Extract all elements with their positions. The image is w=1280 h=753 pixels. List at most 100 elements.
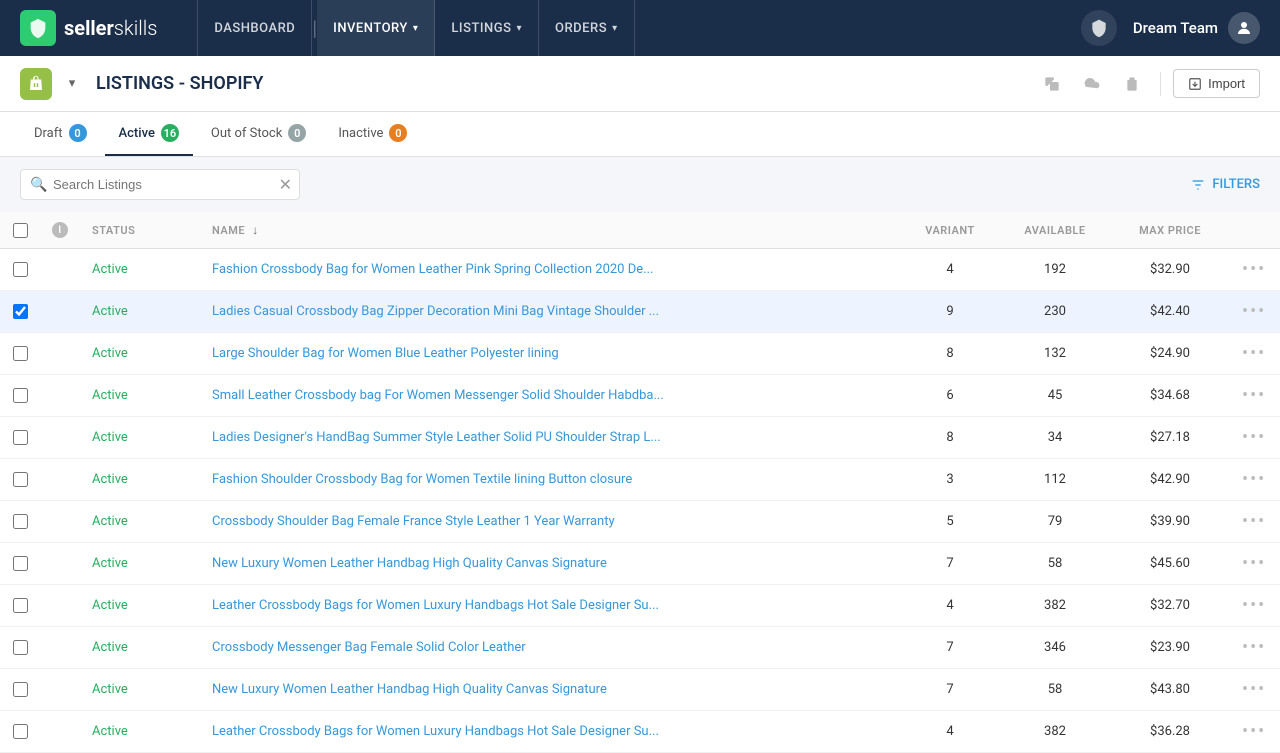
table-row: Active Fashion Crossbody Bag for Women L… bbox=[0, 249, 1280, 291]
tabs-bar: Draft 0 Active 16 Out of Stock 0 Inactiv… bbox=[0, 112, 1280, 157]
cell-check-9 bbox=[0, 627, 40, 669]
copy-button[interactable] bbox=[1036, 68, 1068, 100]
cell-available-9: 346 bbox=[1000, 627, 1110, 669]
inventory-caret: ▾ bbox=[413, 23, 419, 34]
shopify-icon bbox=[20, 68, 52, 100]
cell-available-2: 132 bbox=[1000, 333, 1110, 375]
product-link-9[interactable]: Crossbody Messenger Bag Female Solid Col… bbox=[212, 640, 526, 655]
nav-inventory[interactable]: INVENTORY ▾ bbox=[317, 0, 435, 56]
navbar-right: Dream Team bbox=[1081, 10, 1260, 46]
status-badge-2: Active bbox=[92, 346, 128, 361]
status-badge-0: Active bbox=[92, 262, 128, 277]
nav-listings[interactable]: LISTINGS ▾ bbox=[435, 0, 539, 56]
cell-check-10 bbox=[0, 669, 40, 711]
tab-draft[interactable]: Draft 0 bbox=[20, 112, 101, 156]
row-checkbox-9[interactable] bbox=[13, 640, 28, 655]
import-button[interactable]: Import bbox=[1173, 69, 1260, 98]
row-checkbox-0[interactable] bbox=[13, 262, 28, 277]
nav-orders[interactable]: ORDERS ▾ bbox=[539, 0, 635, 56]
navbar-nav: DASHBOARD | INVENTORY ▾ LISTINGS ▾ ORDER… bbox=[197, 0, 1080, 56]
row-menu-0[interactable]: ••• bbox=[1242, 259, 1266, 280]
status-badge-7: Active bbox=[92, 556, 128, 571]
row-menu-9[interactable]: ••• bbox=[1242, 637, 1266, 658]
cell-actions-4: ••• bbox=[1230, 417, 1280, 459]
table-row: Active Large Shoulder Bag for Women Blue… bbox=[0, 333, 1280, 375]
logo-text: sellerskills bbox=[64, 16, 157, 40]
row-checkbox-7[interactable] bbox=[13, 556, 28, 571]
cell-status-11: Active bbox=[80, 711, 200, 753]
row-checkbox-11[interactable] bbox=[13, 724, 28, 739]
product-link-11[interactable]: Leather Crossbody Bags for Women Luxury … bbox=[212, 724, 659, 739]
row-menu-8[interactable]: ••• bbox=[1242, 595, 1266, 616]
toolbar-dropdown-arrow[interactable]: ▾ bbox=[60, 72, 84, 96]
row-menu-10[interactable]: ••• bbox=[1242, 679, 1266, 700]
row-menu-2[interactable]: ••• bbox=[1242, 343, 1266, 364]
cell-available-1: 230 bbox=[1000, 291, 1110, 333]
col-header-actions bbox=[1230, 212, 1280, 249]
cell-actions-1: ••• bbox=[1230, 291, 1280, 333]
table-row: Active Crossbody Shoulder Bag Female Fra… bbox=[0, 501, 1280, 543]
toolbar-left: ▾ LISTINGS - SHOPIFY bbox=[20, 68, 1036, 100]
cell-price-4: $27.18 bbox=[1110, 417, 1230, 459]
navbar-icon-btn[interactable] bbox=[1081, 10, 1117, 46]
row-checkbox-8[interactable] bbox=[13, 598, 28, 613]
cell-info-5 bbox=[40, 459, 80, 501]
row-checkbox-10[interactable] bbox=[13, 682, 28, 697]
cell-name-7: New Luxury Women Leather Handbag High Qu… bbox=[200, 543, 900, 585]
row-checkbox-4[interactable] bbox=[13, 430, 28, 445]
row-checkbox-3[interactable] bbox=[13, 388, 28, 403]
row-menu-1[interactable]: ••• bbox=[1242, 301, 1266, 322]
product-link-5[interactable]: Fashion Shoulder Crossbody Bag for Women… bbox=[212, 472, 632, 487]
cell-actions-3: ••• bbox=[1230, 375, 1280, 417]
cell-actions-10: ••• bbox=[1230, 669, 1280, 711]
row-menu-3[interactable]: ••• bbox=[1242, 385, 1266, 406]
cell-name-4: Ladies Designer's HandBag Summer Style L… bbox=[200, 417, 900, 459]
product-link-2[interactable]: Large Shoulder Bag for Women Blue Leathe… bbox=[212, 346, 559, 361]
select-all-checkbox[interactable] bbox=[13, 223, 28, 238]
tab-out-of-stock[interactable]: Out of Stock 0 bbox=[197, 112, 320, 156]
product-link-4[interactable]: Ladies Designer's HandBag Summer Style L… bbox=[212, 430, 661, 445]
cell-check-7 bbox=[0, 543, 40, 585]
product-link-3[interactable]: Small Leather Crossbody bag For Women Me… bbox=[212, 388, 664, 403]
row-checkbox-5[interactable] bbox=[13, 472, 28, 487]
header-info-icon[interactable]: i bbox=[52, 222, 68, 238]
table-row: Active Ladies Designer's HandBag Summer … bbox=[0, 417, 1280, 459]
product-link-10[interactable]: New Luxury Women Leather Handbag High Qu… bbox=[212, 682, 607, 697]
product-link-7[interactable]: New Luxury Women Leather Handbag High Qu… bbox=[212, 556, 607, 571]
row-menu-11[interactable]: ••• bbox=[1242, 721, 1266, 742]
status-badge-4: Active bbox=[92, 430, 128, 445]
row-menu-6[interactable]: ••• bbox=[1242, 511, 1266, 532]
logo[interactable]: sellerskills bbox=[20, 10, 157, 46]
user-name: Dream Team bbox=[1133, 19, 1218, 37]
col-header-name[interactable]: NAME ↓ bbox=[200, 212, 900, 249]
search-clear-icon[interactable]: ✕ bbox=[279, 177, 292, 193]
product-link-6[interactable]: Crossbody Shoulder Bag Female France Sty… bbox=[212, 514, 615, 529]
table-row: Active Small Leather Crossbody bag For W… bbox=[0, 375, 1280, 417]
col-header-check bbox=[0, 212, 40, 249]
row-checkbox-6[interactable] bbox=[13, 514, 28, 529]
cell-name-0: Fashion Crossbody Bag for Women Leather … bbox=[200, 249, 900, 291]
row-checkbox-2[interactable] bbox=[13, 346, 28, 361]
cell-price-8: $32.70 bbox=[1110, 585, 1230, 627]
cell-info-1 bbox=[40, 291, 80, 333]
product-link-8[interactable]: Leather Crossbody Bags for Women Luxury … bbox=[212, 598, 659, 613]
cell-status-3: Active bbox=[80, 375, 200, 417]
filters-button[interactable]: FILTERS bbox=[1190, 177, 1260, 193]
product-link-1[interactable]: Ladies Casual Crossbody Bag Zipper Decor… bbox=[212, 304, 659, 319]
search-input[interactable] bbox=[20, 169, 300, 200]
cell-actions-6: ••• bbox=[1230, 501, 1280, 543]
row-checkbox-1[interactable] bbox=[13, 304, 28, 319]
user-info[interactable]: Dream Team bbox=[1133, 12, 1260, 44]
row-menu-5[interactable]: ••• bbox=[1242, 469, 1266, 490]
upload-button[interactable] bbox=[1076, 68, 1108, 100]
cell-price-5: $42.90 bbox=[1110, 459, 1230, 501]
cell-price-10: $43.80 bbox=[1110, 669, 1230, 711]
tab-inactive[interactable]: Inactive 0 bbox=[324, 112, 421, 156]
nav-dashboard[interactable]: DASHBOARD bbox=[197, 0, 312, 56]
product-link-0[interactable]: Fashion Crossbody Bag for Women Leather … bbox=[212, 262, 653, 277]
table-row: Active Leather Crossbody Bags for Women … bbox=[0, 585, 1280, 627]
row-menu-4[interactable]: ••• bbox=[1242, 427, 1266, 448]
tab-active[interactable]: Active 16 bbox=[105, 112, 193, 156]
row-menu-7[interactable]: ••• bbox=[1242, 553, 1266, 574]
delete-button[interactable] bbox=[1116, 68, 1148, 100]
